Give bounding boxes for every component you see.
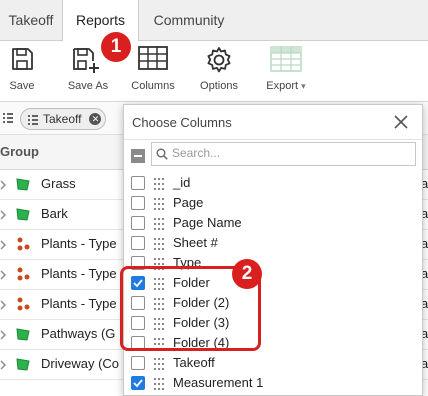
count-dots-icon xyxy=(16,297,30,311)
save-icon xyxy=(9,46,35,77)
save-label: Save xyxy=(9,80,35,92)
column-option[interactable]: Page Name xyxy=(124,213,422,233)
chevron-right-icon[interactable] xyxy=(0,238,6,250)
search-input[interactable] xyxy=(172,145,402,161)
divider xyxy=(124,139,422,140)
save-button[interactable]: Save xyxy=(0,41,44,101)
annotation-badge-2: 2 xyxy=(232,259,262,289)
choose-columns-dialog: Choose Columns _id Page Page Name Sheet … xyxy=(123,104,423,396)
search-box xyxy=(151,142,416,166)
group-column-header[interactable]: Group xyxy=(0,144,39,159)
options-button[interactable]: Options xyxy=(193,41,245,101)
chevron-right-icon[interactable] xyxy=(0,208,6,220)
save-as-icon xyxy=(71,46,101,79)
option-checkbox[interactable] xyxy=(131,356,145,370)
filter-list-icon[interactable] xyxy=(2,111,14,129)
option-checkbox[interactable] xyxy=(131,216,145,230)
options-label: Options xyxy=(200,80,238,92)
area-shape-icon xyxy=(16,357,30,371)
toolbar: Save Save As Columns Options Export ▾ xyxy=(0,41,428,102)
drag-handle-icon[interactable] xyxy=(154,377,164,395)
export-button[interactable]: Export ▾ xyxy=(258,41,314,101)
columns-grid-icon xyxy=(138,46,168,75)
column-option[interactable]: Sheet # xyxy=(124,233,422,253)
search-icon xyxy=(156,147,168,165)
row-name: Bark xyxy=(41,206,68,221)
close-icon[interactable] xyxy=(392,113,410,131)
option-checkbox-checked[interactable] xyxy=(131,376,145,390)
row-name: Plants - Type xyxy=(41,236,117,251)
chevron-right-icon[interactable] xyxy=(0,328,6,340)
option-label: Takeoff xyxy=(173,355,215,370)
row-name: Grass xyxy=(41,176,76,191)
option-label: Page Name xyxy=(173,215,242,230)
row-name: Driveway (Co xyxy=(41,356,120,371)
chevron-right-icon[interactable] xyxy=(0,178,6,190)
save-as-label: Save As xyxy=(67,80,109,92)
column-option[interactable]: Page xyxy=(124,193,422,213)
option-checkbox[interactable] xyxy=(131,176,145,190)
filter-chip-takeoff[interactable]: Takeoff ✕ xyxy=(20,108,107,132)
option-checkbox[interactable] xyxy=(131,196,145,210)
option-label: _id xyxy=(173,175,191,190)
columns-label: Columns xyxy=(131,80,175,92)
chevron-right-icon[interactable] xyxy=(0,298,6,310)
tab-reports[interactable]: Reports xyxy=(62,0,139,41)
option-label: Measurement 1 xyxy=(173,375,264,390)
option-checkbox[interactable] xyxy=(131,236,145,250)
annotation-badge-1: 1 xyxy=(101,32,131,62)
tab-bar: Takeoff Reports Community xyxy=(0,0,428,41)
filter-chip-label: Takeoff xyxy=(43,112,82,126)
spreadsheet-icon xyxy=(270,46,302,77)
option-label: Sheet # xyxy=(173,235,218,250)
chevron-right-icon[interactable] xyxy=(0,358,6,370)
tab-takeoff[interactable]: Takeoff xyxy=(0,0,62,40)
count-dots-icon xyxy=(16,267,30,281)
remove-filter-icon[interactable]: ✕ xyxy=(89,113,102,125)
dialog-title: Choose Columns xyxy=(132,115,232,130)
area-shape-icon xyxy=(16,207,30,221)
count-dots-icon xyxy=(16,237,30,251)
row-name: Plants - Type xyxy=(41,266,117,281)
columns-button[interactable]: Columns xyxy=(127,41,179,101)
filter-icon xyxy=(27,112,39,132)
column-option[interactable]: Takeoff xyxy=(124,353,422,373)
gear-icon xyxy=(205,46,233,79)
export-label: Export ▾ xyxy=(266,80,306,92)
chevron-right-icon[interactable] xyxy=(0,268,6,280)
option-label: Page xyxy=(173,195,204,210)
row-name: Pathways (G xyxy=(41,326,116,341)
chevron-down-icon: ▾ xyxy=(301,81,306,91)
row-name: Plants - Type xyxy=(41,296,117,311)
area-shape-icon xyxy=(16,327,30,341)
column-option[interactable]: Measurement 1 xyxy=(124,373,422,393)
area-shape-icon xyxy=(16,177,30,191)
column-option[interactable]: _id xyxy=(124,173,422,193)
tab-community[interactable]: Community xyxy=(139,0,239,40)
select-all-checkbox[interactable] xyxy=(131,149,145,163)
